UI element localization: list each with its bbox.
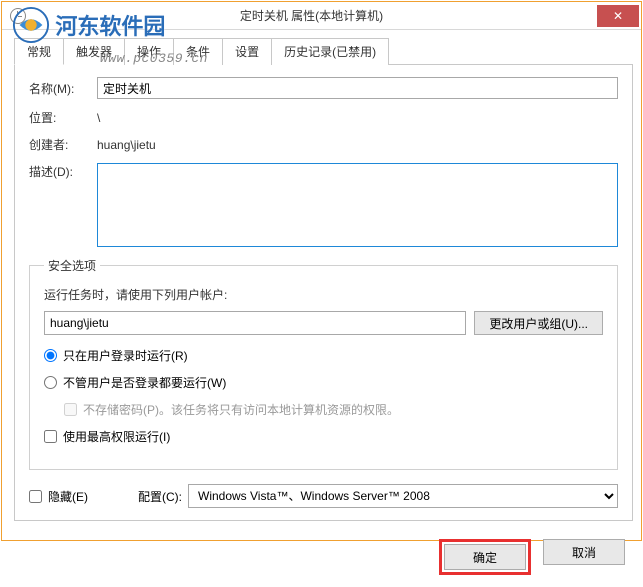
highest-priv-row[interactable]: 使用最高权限运行(I): [44, 428, 603, 445]
description-textarea[interactable]: [97, 163, 618, 247]
tab-general[interactable]: 常规: [14, 38, 64, 65]
tab-triggers[interactable]: 触发器: [63, 38, 125, 65]
tab-settings[interactable]: 设置: [222, 38, 272, 65]
ok-highlight: 确定: [439, 539, 531, 575]
creator-label: 创建者:: [29, 136, 97, 153]
run-as-label: 运行任务时，请使用下列用户帐户:: [44, 286, 603, 303]
radio-logged-on-row[interactable]: 只在用户登录时运行(R): [44, 347, 603, 364]
location-value: \: [97, 111, 100, 125]
titlebar: 定时关机 属性(本地计算机) ✕: [2, 2, 641, 30]
tab-panel-general: 名称(M): 位置: \ 创建者: huang\jietu 描述(D): 安全选…: [14, 64, 633, 521]
no-store-pwd-row: 不存储密码(P)。该任务将只有访问本地计算机资源的权限。: [64, 401, 603, 418]
hidden-row[interactable]: 隐藏(E): [29, 488, 88, 505]
no-store-pwd-label: 不存储密码(P)。该任务将只有访问本地计算机资源的权限。: [83, 401, 399, 418]
radio-any-user-row[interactable]: 不管用户是否登录都要运行(W): [44, 374, 603, 391]
highest-priv-label: 使用最高权限运行(I): [63, 428, 170, 445]
desc-label: 描述(D):: [29, 163, 97, 180]
close-button[interactable]: ✕: [597, 5, 639, 27]
config-select[interactable]: Windows Vista™、Windows Server™ 2008: [188, 484, 618, 508]
name-label: 名称(M):: [29, 80, 97, 97]
tab-bar: 常规 触发器 操作 条件 设置 历史记录(已禁用): [14, 38, 641, 65]
highest-priv-checkbox[interactable]: [44, 430, 57, 443]
radio-logged-on-label: 只在用户登录时运行(R): [63, 347, 188, 364]
radio-logged-on[interactable]: [44, 349, 57, 362]
radio-any-user[interactable]: [44, 376, 57, 389]
no-store-pwd-checkbox: [64, 403, 77, 416]
ok-button[interactable]: 确定: [444, 544, 526, 570]
clock-icon: [10, 8, 26, 24]
name-input[interactable]: [97, 77, 618, 99]
window-title: 定时关机 属性(本地计算机): [26, 7, 597, 24]
cancel-button[interactable]: 取消: [543, 539, 625, 565]
hidden-label: 隐藏(E): [48, 488, 88, 505]
tab-actions[interactable]: 操作: [124, 38, 174, 65]
user-account-input[interactable]: [44, 311, 466, 335]
radio-any-user-label: 不管用户是否登录都要运行(W): [63, 374, 226, 391]
tab-conditions[interactable]: 条件: [173, 38, 223, 65]
hidden-checkbox[interactable]: [29, 490, 42, 503]
tab-history[interactable]: 历史记录(已禁用): [271, 38, 389, 65]
change-user-button[interactable]: 更改用户或组(U)...: [474, 311, 603, 335]
security-legend: 安全选项: [44, 257, 100, 274]
config-label: 配置(C):: [138, 488, 182, 505]
security-fieldset: 安全选项 运行任务时，请使用下列用户帐户: 更改用户或组(U)... 只在用户登…: [29, 257, 618, 470]
creator-value: huang\jietu: [97, 138, 156, 152]
location-label: 位置:: [29, 109, 97, 126]
dialog-buttons: 确定 取消: [2, 529, 641, 587]
